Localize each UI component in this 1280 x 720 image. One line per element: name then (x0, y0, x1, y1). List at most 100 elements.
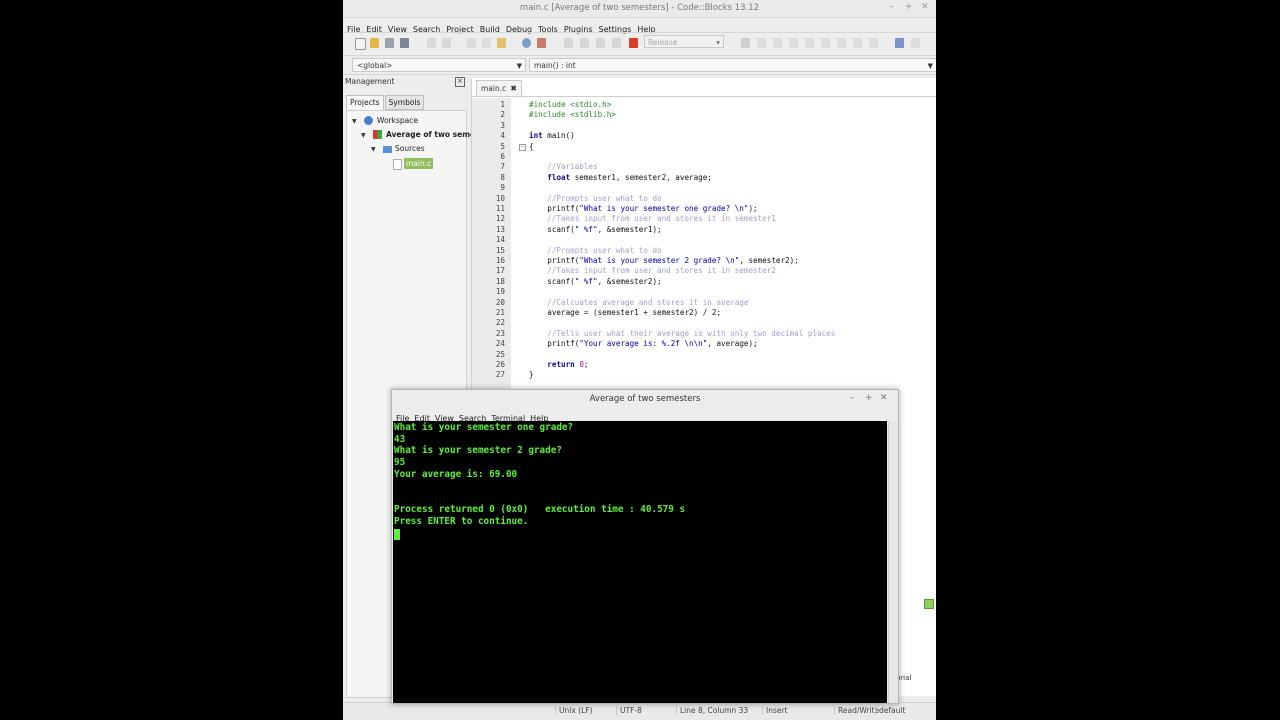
code-line: 5 −{ (472, 142, 936, 152)
various-info-icon[interactable] (911, 38, 920, 48)
code-text: //Prompts user what to do (529, 245, 662, 255)
close-icon[interactable] (924, 599, 934, 609)
undo-icon[interactable] (427, 38, 436, 48)
tree-item-project[interactable]: Average of two semes (386, 130, 480, 139)
step-into-icon[interactable] (789, 38, 798, 48)
step-out-icon[interactable] (805, 38, 814, 48)
function-select[interactable]: main() : int ▼ (529, 58, 936, 72)
scope-select[interactable]: <global> ▼ (352, 58, 526, 72)
maximize-icon[interactable]: + (865, 393, 873, 403)
open-folder-icon[interactable] (370, 38, 379, 48)
terminal-menubar: File Edit View Search Terminal Help (392, 406, 549, 423)
save-icon[interactable] (385, 38, 394, 48)
terminal-scrollbar[interactable] (888, 421, 898, 703)
status-eol: Unix (LF) (555, 706, 615, 715)
project-icon (373, 130, 382, 139)
debugging-windows-icon[interactable] (895, 38, 904, 48)
code-line: 21 average = (semester1 + semester2) / 2… (472, 308, 936, 318)
terminal-output-line: What is your semester 2 grade? (394, 445, 562, 457)
scope-value: <global> (357, 61, 393, 70)
settings-gear-icon[interactable] (564, 38, 573, 48)
code-line: 22 (472, 318, 936, 328)
code-text: #include <stdio.h> (529, 100, 612, 109)
close-icon[interactable]: × (455, 77, 465, 87)
line-number: 25 (495, 349, 505, 359)
code-line: 2 #include <stdlib.h> (472, 110, 936, 120)
run-icon[interactable] (596, 38, 605, 48)
build-run-icon[interactable] (580, 38, 589, 48)
line-number: 4 (500, 131, 505, 141)
line-number: 3 (500, 120, 505, 130)
code-text: printf("What is your semester one grade?… (529, 204, 758, 213)
tab-projects[interactable]: Projects (346, 95, 384, 110)
redo-icon[interactable] (442, 38, 451, 48)
minimize-icon[interactable]: – (850, 393, 855, 403)
maximize-icon[interactable]: + (905, 2, 913, 12)
ide-window-title: main.c [Average of two semesters] - Code… (519, 3, 760, 13)
tree-item-sources[interactable]: Sources (395, 144, 425, 153)
save-all-icon[interactable] (400, 38, 409, 48)
cut-icon[interactable] (467, 38, 476, 48)
abort-icon[interactable] (629, 38, 638, 48)
status-bar: Unix (LF) UTF-8 Line 8, Column 33 Insert… (343, 702, 936, 720)
minimize-icon[interactable]: – (889, 2, 894, 12)
paste-icon[interactable] (497, 38, 506, 48)
chevron-down-icon: ▼ (516, 62, 522, 70)
code-text: scanf(" %f", &semester2); (529, 276, 662, 286)
next-line-icon[interactable] (773, 38, 782, 48)
code-text: //Prompts user what to do (529, 193, 662, 203)
find-icon[interactable] (522, 38, 531, 48)
close-icon[interactable]: ✕ (921, 2, 929, 12)
code-text: printf("Your average is: %.2f \n\n", ave… (529, 339, 758, 349)
editor-tab-main-c[interactable]: main.c ✖ (476, 80, 522, 96)
fold-toggle-icon[interactable]: − (519, 143, 526, 151)
code-text: float semester1, semester2, average; (547, 172, 712, 182)
break-debugger-icon[interactable] (853, 38, 862, 48)
tree-item-main-c[interactable]: main.c (404, 158, 434, 169)
line-number: 11 (495, 204, 505, 213)
rebuild-icon[interactable] (612, 38, 621, 48)
status-mode: Insert (762, 706, 832, 715)
ide-titlebar: main.c [Average of two semesters] - Code… (343, 0, 936, 18)
terminal-output-line: 95 (394, 457, 406, 469)
debug-start-icon[interactable] (741, 38, 750, 48)
expand-triangle-icon[interactable]: ▼ (361, 132, 366, 139)
step-into-instruction-icon[interactable] (837, 38, 846, 48)
terminal-screen[interactable]: What is your semester one grade? 43 What i… (393, 421, 887, 703)
code-line: 9 (472, 183, 936, 193)
tab-symbols[interactable]: Symbols (384, 95, 425, 110)
close-tab-icon[interactable]: ✖ (510, 84, 517, 93)
build-target-select[interactable]: Release ▾ (644, 35, 724, 48)
line-number: 26 (495, 360, 505, 369)
build-target-value: Release (648, 38, 678, 47)
editor-tab-label: main.c (481, 84, 507, 93)
code-text: int main() (529, 131, 575, 141)
line-number: 23 (495, 328, 505, 338)
code-line: 27} (472, 370, 936, 380)
tree-item-workspace[interactable]: Workspace (377, 116, 418, 125)
code-text: } (529, 370, 534, 380)
terminal-output-line: What is your semester one grade? (394, 422, 574, 433)
code-text: return 0; (547, 360, 589, 369)
expand-triangle-icon[interactable]: ▼ (371, 146, 376, 153)
replace-icon[interactable] (537, 38, 546, 48)
line-number: 18 (495, 276, 505, 286)
next-instruction-icon[interactable] (821, 38, 830, 48)
line-number: 5 (500, 141, 505, 151)
code-line: 18 scanf(" %f", &semester2); (472, 277, 936, 287)
expand-triangle-icon[interactable]: ▼ (352, 118, 357, 125)
close-icon[interactable]: ✕ (880, 393, 888, 403)
ide-toolbar (343, 32, 936, 56)
terminal-title: Average of two semesters (589, 394, 701, 404)
line-number: 20 (495, 297, 505, 307)
new-file-icon[interactable] (355, 38, 366, 50)
code-line: 10 //Prompts user what to do (472, 194, 936, 204)
stop-debugger-icon[interactable] (869, 38, 878, 48)
line-number: 15 (495, 245, 505, 255)
run-to-cursor-icon[interactable] (757, 38, 766, 48)
copy-icon[interactable] (482, 38, 491, 48)
code-text: { (529, 141, 534, 151)
code-line: 13 scanf(" %f", &semester1); (472, 225, 936, 235)
code-text: //Tells user what their average is with … (529, 328, 836, 338)
code-line: 15 //Prompts user what to do (472, 246, 936, 256)
